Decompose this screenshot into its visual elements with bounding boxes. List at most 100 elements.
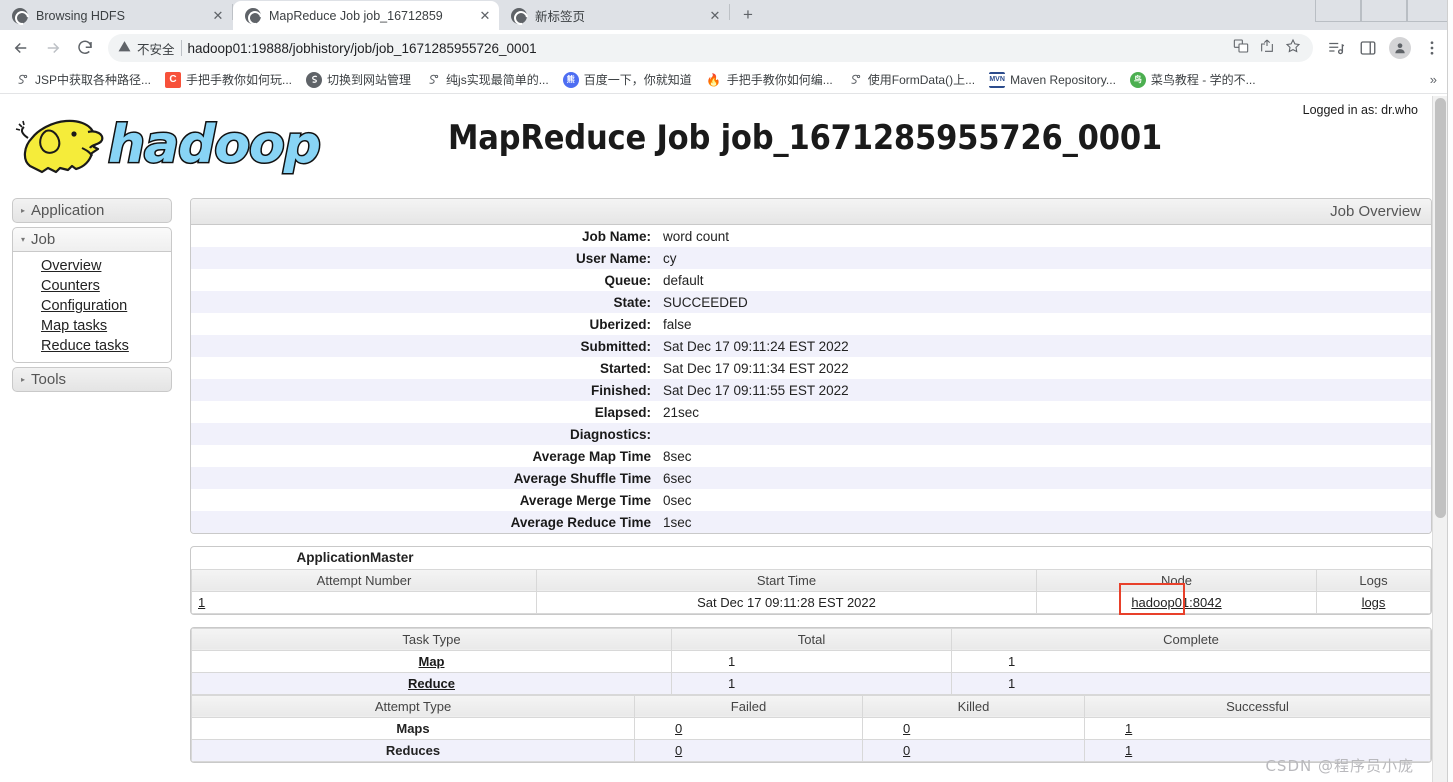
window-controls (1315, 0, 1453, 22)
bookmark-label: 切换到网站管理 (327, 73, 412, 87)
column-header-attempt-number[interactable]: Attempt Number (191, 568, 537, 592)
column-header-node[interactable]: Node (1036, 568, 1317, 592)
sidebar-item-tools[interactable]: ▸ Tools (12, 367, 172, 392)
logs-link[interactable]: logs (1362, 595, 1386, 610)
row-key: Elapsed: (594, 404, 651, 420)
row-key: User Name: (575, 250, 651, 266)
sidebar-item-label: Application (31, 202, 105, 219)
successful-link[interactable]: 1 (1125, 743, 1132, 758)
table-row: 1 Sat Dec 17 09:11:28 EST 2022 hadoop01:… (191, 590, 1431, 614)
bookmark-label: 百度一下，你就知道 (583, 73, 692, 87)
column-header-total[interactable]: Total (671, 627, 952, 651)
successful-link[interactable]: 1 (1125, 721, 1132, 736)
attempt-link[interactable]: 1 (198, 595, 205, 610)
row-key: Started: (599, 360, 651, 376)
tab-strip: Browsing HDFS ✕ MapReduce Job job_167128… (0, 0, 1453, 30)
column-header-start-time[interactable]: Start Time (536, 568, 1037, 592)
sidebar-item-application[interactable]: ▸ Application (12, 198, 172, 223)
row-value: 1sec (663, 514, 692, 530)
sidebar-link-counters[interactable]: Counters (41, 276, 171, 296)
bookmark-item-1[interactable]: C 手把手教你如何玩... (159, 68, 298, 91)
bookmarks-overflow-button[interactable]: » (1422, 72, 1445, 87)
close-icon[interactable]: ✕ (707, 8, 723, 24)
column-header-task-type[interactable]: Task Type (191, 627, 672, 651)
omnibox-actions (1233, 38, 1303, 59)
bookmark-item-6[interactable]: 使用FormData()上... (841, 68, 981, 91)
column-header-logs[interactable]: Logs (1316, 568, 1431, 592)
browser-window: Browsing HDFS ✕ MapReduce Job job_167128… (0, 0, 1453, 782)
minimize-button[interactable] (1315, 0, 1361, 22)
row-value: 6sec (663, 470, 692, 486)
task-summary-panel: Task Type Total Complete Map 1 1 Reduce … (190, 626, 1432, 763)
share-icon[interactable] (1259, 38, 1275, 59)
bookmark-item-0[interactable]: JSP中获取各种路径... (8, 68, 157, 91)
bookmark-item-3[interactable]: 纯js实现最简单的... (419, 68, 555, 91)
browser-tab-1[interactable]: MapReduce Job job_16712859 ✕ (233, 1, 499, 30)
column-header-successful[interactable]: Successful (1084, 694, 1431, 718)
table-row: User Name: cy (191, 247, 1431, 269)
reading-list-icon[interactable] (1321, 33, 1351, 63)
application-master-title: ApplicationMaster (296, 550, 414, 566)
bookmark-item-7[interactable]: MVN Maven Repository... (983, 69, 1122, 91)
tab-divider (729, 4, 730, 20)
failed-link[interactable]: 0 (675, 743, 682, 758)
sidebar-item-label: Tools (31, 371, 67, 388)
browser-tab-2[interactable]: 新标签页 ✕ (499, 1, 729, 30)
vertical-scrollbar[interactable] (1432, 96, 1447, 782)
job-overview-caption: Job Overview (191, 199, 1431, 225)
chevron-right-icon: ▸ (21, 206, 26, 215)
bookmark-item-8[interactable]: 鸟 菜鸟教程 - 学的不... (1124, 68, 1262, 91)
bookmark-item-2[interactable]: 切换到网站管理 (300, 68, 417, 91)
maximize-button[interactable] (1361, 0, 1407, 22)
column-header-failed[interactable]: Failed (634, 694, 863, 718)
sidebar-job-links: Overview Counters Configuration Map task… (12, 252, 172, 363)
sidebar-group-tools: ▸ Tools (12, 367, 172, 392)
table-row: Uberized: false (191, 313, 1431, 335)
failed-link[interactable]: 0 (675, 721, 682, 736)
row-value: Sat Dec 17 09:11:34 EST 2022 (663, 360, 849, 376)
column-header-killed[interactable]: Killed (862, 694, 1085, 718)
row-value: Sat Dec 17 09:11:55 EST 2022 (663, 382, 849, 398)
cell-failed: 0 (634, 738, 863, 762)
bookmark-item-4[interactable]: 熊 百度一下，你就知道 (557, 68, 698, 91)
column-header-complete[interactable]: Complete (951, 627, 1431, 651)
tab-title: Browsing HDFS (36, 8, 125, 23)
close-icon[interactable]: ✕ (210, 8, 226, 24)
cell-start-time: Sat Dec 17 09:11:28 EST 2022 (536, 590, 1037, 614)
cell-attempt-type: Maps (191, 716, 635, 740)
cell-task-type: Map (191, 649, 672, 673)
reduce-link[interactable]: Reduce (408, 676, 455, 691)
address-bar[interactable]: 不安全 hadoop01:19888/jobhistory/job/job_16… (108, 34, 1313, 62)
table-row: Elapsed: 21sec (191, 401, 1431, 423)
forward-icon[interactable] (38, 33, 68, 63)
sidebar-item-job[interactable]: ▾ Job (12, 227, 172, 252)
column-header-attempt-type[interactable]: Attempt Type (191, 694, 635, 718)
sidebar-link-overview[interactable]: Overview (41, 256, 171, 276)
sidebar-link-configuration[interactable]: Configuration (41, 296, 171, 316)
reload-icon[interactable] (70, 33, 100, 63)
killed-link[interactable]: 0 (903, 743, 910, 758)
page-viewport: Logged in as: dr.who hadoop MapReduce Jo… (0, 96, 1453, 782)
row-value: 0sec (663, 492, 692, 508)
star-icon[interactable] (1285, 38, 1301, 59)
sidebar: ▸ Application ▾ Job Overview Counters Co… (12, 198, 172, 396)
table-row: Finished: Sat Dec 17 09:11:55 EST 2022 (191, 379, 1431, 401)
browser-tab-0[interactable]: Browsing HDFS ✕ (0, 1, 232, 30)
killed-link[interactable]: 0 (903, 721, 910, 736)
cell-attempt-type: Reduces (191, 738, 635, 762)
three-dot-menu-icon[interactable] (1417, 33, 1447, 63)
new-tab-button[interactable]: + (734, 1, 762, 29)
sidebar-link-map-tasks[interactable]: Map tasks (41, 316, 171, 336)
back-icon[interactable] (6, 33, 36, 63)
map-link[interactable]: Map (419, 654, 445, 669)
close-icon[interactable]: ✕ (477, 8, 493, 24)
table-header-row: Attempt Type Failed Killed Successful (191, 694, 1431, 718)
sidebar-link-reduce-tasks[interactable]: Reduce tasks (41, 336, 171, 356)
bookmark-item-5[interactable]: 🔥 手把手教你如何编... (700, 68, 839, 91)
side-panel-icon[interactable] (1353, 33, 1383, 63)
node-link[interactable]: hadoop01:8042 (1131, 595, 1221, 610)
scrollbar-thumb[interactable] (1435, 98, 1446, 518)
profile-avatar-icon[interactable] (1385, 33, 1415, 63)
translate-icon[interactable] (1233, 38, 1249, 59)
row-value: SUCCEEDED (663, 294, 748, 310)
